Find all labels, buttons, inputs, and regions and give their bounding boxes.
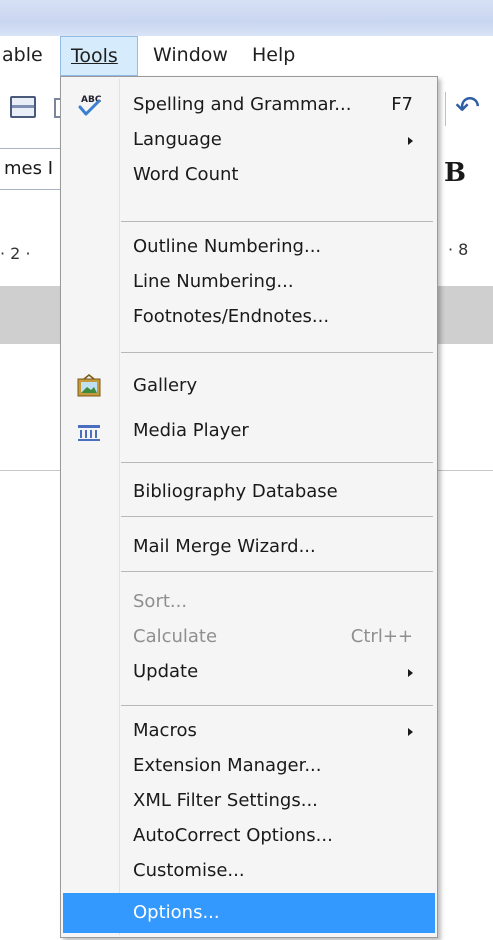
- gallery-picture-icon: [77, 374, 101, 397]
- menu-item-macros[interactable]: Macros: [63, 714, 435, 748]
- undo-icon[interactable]: ↶: [455, 92, 489, 124]
- menu-item-media-player[interactable]: Media Player: [63, 414, 435, 448]
- menu-item-bibliography-database[interactable]: Bibliography Database: [63, 475, 435, 509]
- menu-item-update[interactable]: Update: [63, 655, 435, 689]
- menu-item-word-count[interactable]: Word Count: [63, 158, 435, 192]
- ruler-left: · 2 ·: [0, 244, 31, 263]
- menu-separator: [121, 705, 433, 706]
- submenu-arrow-icon: [408, 137, 413, 145]
- menu-item-footnotes-endnotes[interactable]: Footnotes/Endnotes...: [63, 300, 435, 334]
- page-gray-band-right: [438, 286, 493, 344]
- submenu-arrow-icon: [408, 669, 413, 677]
- menu-item-line-numbering[interactable]: Line Numbering...: [63, 265, 435, 299]
- toolbar-separator: [445, 92, 446, 126]
- media-player-icon: [78, 425, 100, 441]
- document-line-right: [438, 470, 493, 471]
- menu-table[interactable]: able: [0, 36, 53, 76]
- menu-separator: [121, 462, 433, 463]
- menu-item-customise[interactable]: Customise...: [63, 854, 435, 888]
- tools-dropdown-menu: ABC Spelling and Grammar... F7 Language …: [60, 76, 438, 938]
- spelling-abc-check-icon: ABC: [78, 95, 102, 116]
- menu-separator: [121, 516, 433, 517]
- menu-item-calculate: Calculate Ctrl++: [133, 626, 413, 647]
- menu-bar: able Tools Window Help: [0, 36, 493, 76]
- menu-item-spelling-grammar[interactable]: ABC Spelling and Grammar... F7: [63, 88, 435, 122]
- submenu-arrow-icon: [408, 728, 413, 736]
- document-line-left: [0, 470, 60, 471]
- menu-help[interactable]: Help: [242, 36, 305, 76]
- page-gray-band-left: [0, 286, 62, 344]
- menu-separator: [121, 571, 433, 572]
- ruler-right: · 8: [448, 240, 469, 259]
- bold-button[interactable]: B: [444, 158, 466, 188]
- menu-window[interactable]: Window: [143, 36, 238, 76]
- menu-item-sort: Sort...: [133, 591, 188, 612]
- window-title-bar: [0, 0, 493, 36]
- font-name-box[interactable]: mes I: [0, 148, 66, 190]
- menu-item-language[interactable]: Language: [63, 123, 435, 157]
- menu-item-options[interactable]: Options...: [63, 893, 435, 933]
- menu-item-mail-merge-wizard[interactable]: Mail Merge Wizard...: [63, 530, 435, 564]
- menu-separator: [121, 221, 433, 222]
- menu-tools[interactable]: Tools: [60, 36, 138, 76]
- print-icon[interactable]: [10, 96, 36, 118]
- menu-separator: [121, 352, 433, 353]
- menu-item-outline-numbering[interactable]: Outline Numbering...: [63, 230, 435, 264]
- menu-item-autocorrect-options[interactable]: AutoCorrect Options...: [63, 819, 435, 853]
- menu-item-gallery[interactable]: Gallery: [63, 369, 435, 403]
- menu-item-extension-manager[interactable]: Extension Manager...: [63, 749, 435, 783]
- menu-item-xml-filter-settings[interactable]: XML Filter Settings...: [63, 784, 435, 818]
